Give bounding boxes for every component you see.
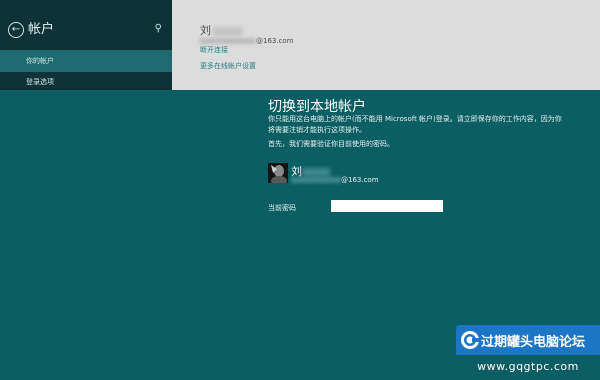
sidebar-title: 帐户 xyxy=(28,22,55,37)
redacted-email xyxy=(291,177,341,183)
user-avatar xyxy=(268,163,288,183)
sidebar-item-your-account[interactable]: 你的帐户 xyxy=(0,50,172,72)
redacted-email xyxy=(200,38,256,44)
watermark-url: www.gqgtpc.com xyxy=(456,356,600,378)
current-password-input[interactable] xyxy=(331,200,443,212)
account-name-text: 刘 xyxy=(200,24,211,37)
redacted-name xyxy=(213,26,243,36)
back-arrow-icon[interactable]: ← xyxy=(8,22,24,38)
account-email: @163.com xyxy=(200,37,294,45)
more-online-settings-link[interactable]: 更多在线帐户设置 xyxy=(200,61,256,71)
current-password-label: 当前密码 xyxy=(268,204,296,212)
sidebar-header: ← 帐户 ⚲ xyxy=(8,22,168,40)
account-email-suffix: @163.com xyxy=(256,37,294,45)
disconnect-link[interactable]: 断开连接 xyxy=(200,45,228,55)
account-name: 刘 xyxy=(200,22,243,38)
watermark-logo-icon xyxy=(460,330,480,350)
sidebar-item-sign-in-options[interactable]: 登录选项 xyxy=(0,75,172,90)
dialog-user-email: @163.com xyxy=(291,176,379,184)
account-summary: 刘 @163.com 断开连接 更多在线帐户设置 xyxy=(172,0,600,90)
sidebar: ← 帐户 ⚲ 你的帐户 登录选项 xyxy=(0,0,172,90)
dialog-verify-text: 首先，我们需要验证你目前使用的密码。 xyxy=(268,140,394,148)
dialog-description: 你只能用这台电脑上的帐户(而不能用 Microsoft 帐户)登录。请立即保存你… xyxy=(268,115,562,134)
dialog-user-email-suffix: @163.com xyxy=(341,176,379,184)
watermark-banner: 过期罐头电脑论坛 xyxy=(456,325,600,355)
search-icon[interactable]: ⚲ xyxy=(155,23,162,34)
watermark: 过期罐头电脑论坛 www.gqgtpc.com xyxy=(456,325,600,380)
watermark-name: 过期罐头电脑论坛 xyxy=(481,335,586,350)
dialog-title: 切换到本地帐户 xyxy=(268,99,366,115)
